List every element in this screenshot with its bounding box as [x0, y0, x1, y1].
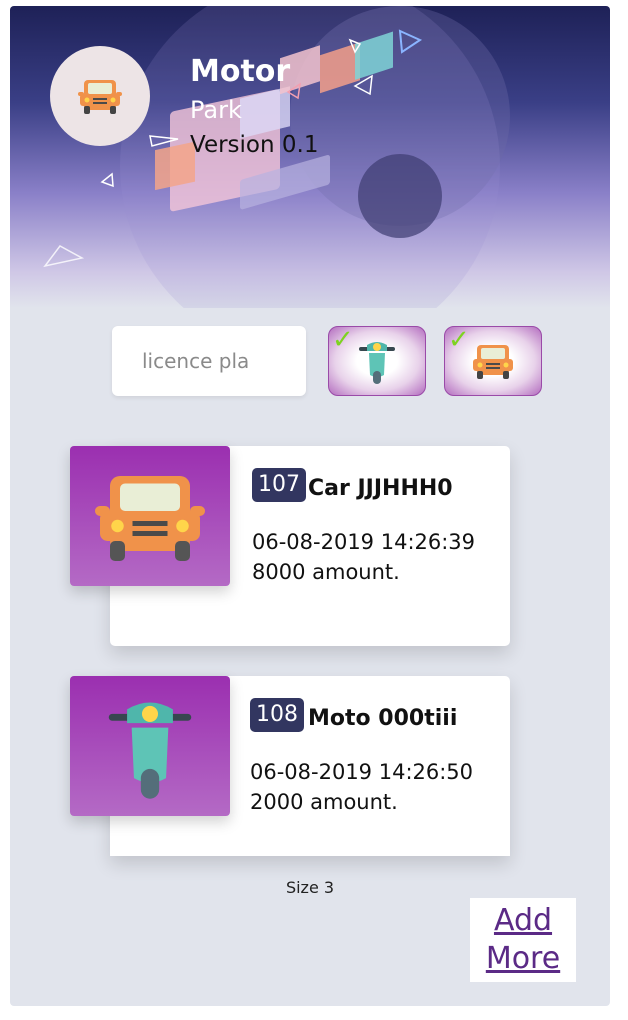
filter-car-toggle[interactable]: ✓ [444, 325, 542, 396]
car-icon [473, 345, 513, 379]
licence-plate-search-input[interactable] [112, 326, 306, 396]
header-banner: Motor Park Version 0.1 [10, 6, 610, 308]
add-more-link[interactable]: Add More [470, 898, 576, 982]
record-thumbnail [70, 676, 230, 816]
logo-avatar [50, 46, 150, 146]
car-icon [78, 80, 122, 114]
record-thumbnail [70, 446, 230, 586]
record-title: Car JJJHHH0 [308, 476, 453, 501]
record-datetime: 06-08-2019 14:26:39 [252, 530, 476, 554]
app-title: Motor [190, 54, 291, 89]
app-version: Version 0.1 [190, 132, 319, 158]
record-title: Moto 000tiii [308, 706, 458, 731]
record-id-badge: 107 [252, 468, 306, 503]
app-subtitle: Park [190, 96, 242, 124]
record-datetime: 06-08-2019 14:26:50 [250, 760, 474, 784]
record-amount: 2000 amount. [250, 790, 398, 814]
record-amount: 8000 amount. [252, 560, 400, 584]
check-icon: ✓ [448, 325, 470, 355]
car-icon [95, 476, 205, 561]
check-icon: ✓ [332, 325, 354, 355]
record-card[interactable]: 107 Car JJJHHH0 06-08-2019 14:26:39 8000… [70, 446, 510, 646]
app-container: Motor Park Version 0.1 ✓ ✓ [10, 6, 610, 1006]
scooter-icon [359, 342, 395, 384]
record-id-badge: 108 [250, 698, 304, 733]
scooter-icon [108, 702, 192, 799]
filter-moto-toggle[interactable]: ✓ [328, 325, 426, 396]
list-size-label: Size 3 [285, 878, 335, 897]
record-card[interactable]: 108 Moto 000tiii 06-08-2019 14:26:50 200… [70, 676, 510, 856]
